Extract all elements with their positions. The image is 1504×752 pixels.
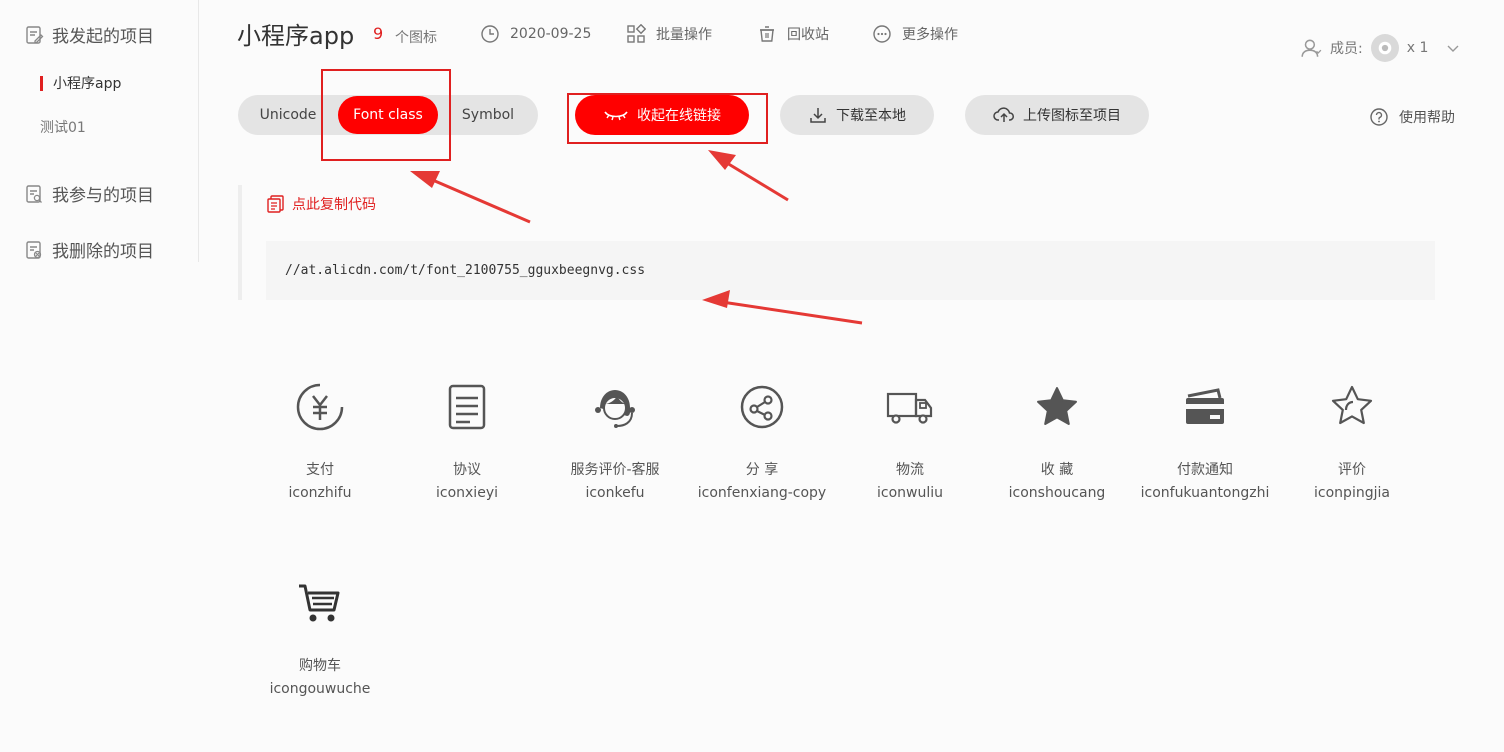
sidebar-group-deleted[interactable]: 我删除的项目 <box>24 237 154 262</box>
icon-card[interactable]: 支付 iconzhifu <box>246 377 394 501</box>
customer-service-icon <box>585 377 645 437</box>
recycle-bin-label: 回收站 <box>787 27 829 43</box>
tab-symbol[interactable]: Symbol <box>438 107 538 123</box>
sidebar-group-label: 我参与的项目 <box>52 186 154 206</box>
recycle-bin-button[interactable]: 回收站 <box>757 24 829 44</box>
help-label: 使用帮助 <box>1399 110 1455 126</box>
copy-code-label: 点此复制代码 <box>292 197 376 213</box>
download-icon <box>810 108 826 123</box>
date-info: 2020-09-25 <box>480 24 591 44</box>
sidebar-group-label: 我删除的项目 <box>52 242 154 262</box>
upload-to-project-button[interactable]: 上传图标至项目 <box>965 95 1149 135</box>
trash-icon <box>760 26 774 42</box>
more-icon <box>873 25 891 43</box>
project-delete-icon <box>26 240 42 259</box>
active-indicator <box>40 75 43 91</box>
icon-name: 支付 <box>306 462 334 478</box>
project-search-icon <box>26 184 42 203</box>
icon-card[interactable]: 协议 iconxieyi <box>393 377 541 501</box>
sidebar-item-label: 小程序app <box>53 76 122 92</box>
icon-name: 购物车 <box>299 658 341 674</box>
icon-name: 服务评价-客服 <box>570 462 660 478</box>
icon-class: iconpingjia <box>1314 485 1390 501</box>
help-icon <box>1370 108 1388 126</box>
cart-icon <box>290 573 350 633</box>
sidebar-item-label: 测试01 <box>40 120 86 136</box>
chevron-down-icon <box>1447 45 1459 52</box>
icon-class: iconfenxiang-copy <box>697 485 827 501</box>
icon-class: iconxieyi <box>436 485 498 501</box>
sidebar-group-label: 我发起的项目 <box>52 27 154 47</box>
members-label: 成员: <box>1330 41 1363 57</box>
icon-name: 收 藏 <box>1040 462 1074 478</box>
share-icon <box>732 377 792 437</box>
icon-card[interactable]: 物流 iconwuliu <box>836 377 984 501</box>
sidebar: 我发起的项目 小程序app 测试01 我参与的项目 我删除的项目 <box>0 0 199 262</box>
icon-name: 协议 <box>453 462 481 478</box>
members-count: x 1 <box>1406 40 1429 56</box>
clock-icon <box>481 25 499 43</box>
download-local-label: 下载至本地 <box>836 108 906 124</box>
more-actions-label: 更多操作 <box>902 27 958 43</box>
copy-icon <box>267 195 284 213</box>
page-title: 小程序app <box>237 22 355 50</box>
icon-card[interactable]: 评价 iconpingjia <box>1278 377 1426 501</box>
icon-class: iconfukuantongzhi <box>1140 485 1270 501</box>
icon-name: 物流 <box>896 462 924 478</box>
help-link[interactable]: 使用帮助 <box>1369 107 1455 127</box>
icon-name: 付款通知 <box>1177 462 1233 478</box>
annotation-box-collapse-link <box>567 93 768 144</box>
batch-operation-label: 批量操作 <box>656 27 712 43</box>
icon-card[interactable]: 购物车 icongouwuche <box>246 573 394 697</box>
yuan-circle-icon <box>290 377 350 437</box>
annotation-box-font-class <box>321 69 451 161</box>
avatar <box>1370 34 1399 62</box>
icon-count: 9 <box>373 24 384 43</box>
icon-name: 分 享 <box>745 462 779 478</box>
icon-count-label: 个图标 <box>395 30 437 46</box>
members-dropdown[interactable]: 成员: x 1 <box>1300 34 1460 62</box>
more-actions-button[interactable]: 更多操作 <box>872 24 958 44</box>
upload-to-project-label: 上传图标至项目 <box>1023 108 1121 124</box>
icon-name: 评价 <box>1338 462 1366 478</box>
sidebar-group-participated[interactable]: 我参与的项目 <box>24 181 154 206</box>
batch-icon <box>627 24 646 43</box>
project-edit-icon <box>26 25 44 44</box>
sidebar-group-initiated[interactable]: 我发起的项目 <box>24 22 154 47</box>
document-icon <box>437 377 497 437</box>
icon-class: iconzhifu <box>288 485 352 501</box>
icon-class: iconshoucang <box>1008 485 1106 501</box>
icon-card[interactable]: 收 藏 iconshoucang <box>983 377 1131 501</box>
download-local-button[interactable]: 下载至本地 <box>780 95 934 135</box>
sidebar-item-project[interactable]: 小程序app <box>40 73 121 93</box>
icon-class: iconkefu <box>585 485 645 501</box>
font-css-url[interactable]: //at.alicdn.com/t/font_2100755_gguxbeegn… <box>285 263 645 278</box>
batch-operation-button[interactable]: 批量操作 <box>626 24 712 44</box>
icon-card[interactable]: 付款通知 iconfukuantongzhi <box>1131 377 1279 501</box>
copy-code-button[interactable]: 点此复制代码 <box>266 194 376 214</box>
icon-class: icongouwuche <box>269 681 371 697</box>
icon-card[interactable]: 服务评价-客服 iconkefu <box>541 377 689 501</box>
card-icon <box>1175 377 1235 437</box>
truck-icon <box>880 377 940 437</box>
cloud-upload-icon <box>993 107 1014 122</box>
sidebar-item-project[interactable]: 测试01 <box>40 117 86 137</box>
star-filled-icon <box>1027 377 1087 437</box>
user-icon <box>1301 39 1322 57</box>
project-date: 2020-09-25 <box>510 26 592 42</box>
icon-card[interactable]: 分 享 iconfenxiang-copy <box>688 377 836 501</box>
icon-class: iconwuliu <box>876 485 943 501</box>
star-outline-icon <box>1322 377 1382 437</box>
